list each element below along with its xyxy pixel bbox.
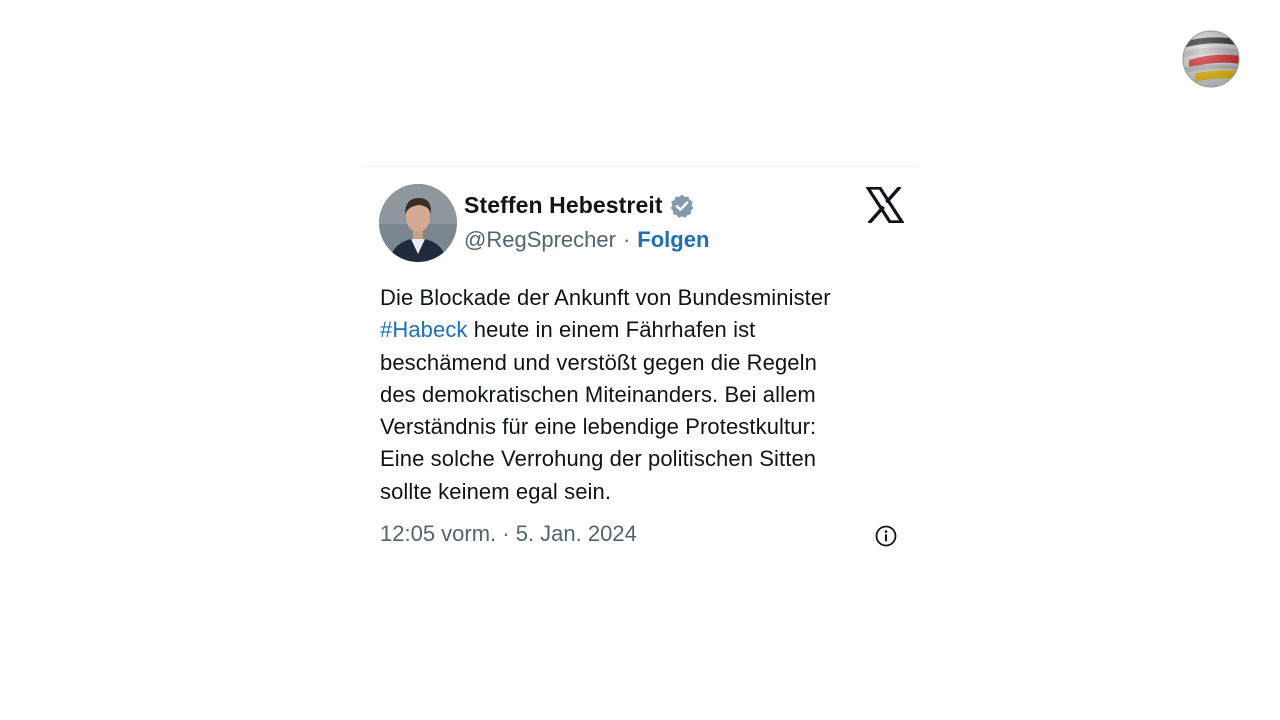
tweet-card[interactable]: Steffen Hebestreit @RegSprecher · Folgen… [364,166,917,567]
separator-dot: · [622,227,631,252]
tweet-text-line: sollte keinem egal sein. [380,478,612,504]
x-logo-icon[interactable] [866,187,904,223]
tweet-text-line: Eine solche Verrohung der politischen Si… [380,446,817,472]
info-icon[interactable] [874,524,898,548]
tweet-text-line: Die Blockade der Ankunft von Bundesminis… [380,285,831,310]
author-name[interactable]: Steffen Hebestreit [464,192,663,219]
hashtag-link[interactable]: #Habeck [380,317,468,342]
tweet-timestamp[interactable]: 12:05 vorm. · 5. Jan. 2024 [380,521,637,547]
tweet-text: Die Blockade der Ankunft von Bundesminis… [380,282,900,508]
tweet-text-line: #Habeck heute in einem Fährhafen ist [380,317,756,343]
tweet-text-line: des demokratischen Miteinanders. Bei all… [380,381,816,407]
channel-logo [1182,30,1240,88]
author-row: Steffen Hebestreit [464,192,695,219]
handle-row: @RegSprecher · Folgen [464,227,709,253]
tweet-text-line: beschämend und verstößt gegen die Regeln [380,349,817,375]
author-handle[interactable]: @RegSprecher [464,227,616,253]
tweet-text-line: Verständnis für eine lebendige Protestku… [380,414,817,440]
verified-badge-icon [670,194,694,218]
video-frame: Steffen Hebestreit @RegSprecher · Folgen… [0,0,1280,720]
avatar[interactable] [379,184,457,262]
follow-button[interactable]: Folgen [637,227,709,253]
